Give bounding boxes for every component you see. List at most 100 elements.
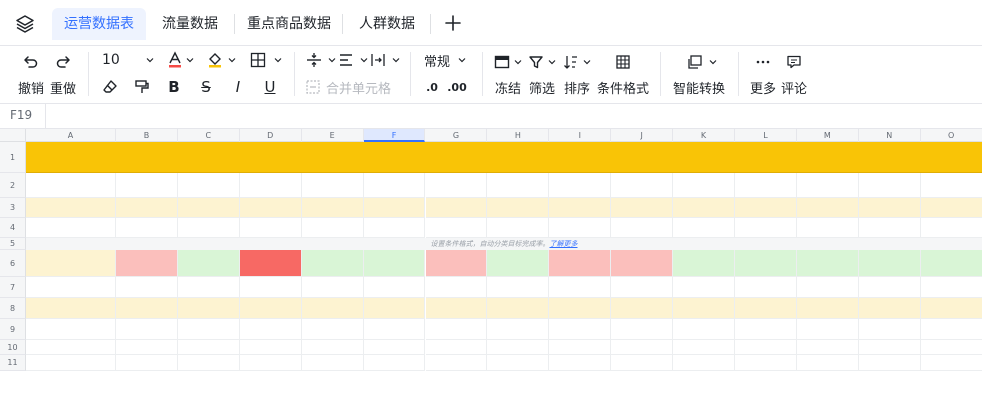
undo-button[interactable]: 撤销 [16, 52, 46, 98]
cell-reference[interactable]: F19 [10, 108, 32, 122]
cell-weekday[interactable] [301, 198, 364, 218]
cell-sales[interactable] [239, 277, 302, 298]
cell-completion[interactable] [611, 250, 674, 277]
cell-visitors[interactable] [487, 298, 550, 319]
empty-cell[interactable] [239, 355, 302, 371]
row-header-5[interactable]: 5 [0, 238, 26, 250]
empty-cell[interactable] [858, 355, 921, 371]
cell-target[interactable] [239, 218, 302, 238]
cell-visitors[interactable] [116, 298, 178, 319]
italic-button[interactable]: I [230, 78, 246, 96]
empty-cell[interactable] [301, 355, 364, 371]
cell-target[interactable] [549, 218, 612, 238]
cell-refunds[interactable] [239, 319, 302, 340]
cell-sales[interactable] [673, 277, 735, 298]
cell-completion[interactable] [858, 250, 921, 277]
column-header-l[interactable]: L [735, 129, 797, 142]
cell-sales[interactable] [796, 277, 859, 298]
cell-sales[interactable] [858, 277, 921, 298]
cell-target[interactable] [796, 218, 859, 238]
cell-refunds[interactable] [549, 319, 612, 340]
select-all-corner[interactable] [0, 129, 26, 142]
cell-completion[interactable] [177, 250, 240, 277]
row-header-11[interactable]: 11 [0, 355, 26, 371]
column-header-c[interactable]: C [178, 129, 240, 142]
increase-decimal-button[interactable]: .00 [446, 78, 468, 96]
format-painter-icon[interactable] [134, 79, 150, 95]
cell-date[interactable] [735, 173, 797, 198]
clear-format-icon[interactable] [102, 79, 118, 95]
cell-completion[interactable] [301, 250, 364, 277]
text-wrap-button[interactable] [370, 50, 400, 70]
column-header-j[interactable]: J [611, 129, 674, 142]
cell-target[interactable] [425, 218, 488, 238]
empty-cell[interactable] [673, 340, 735, 355]
filter-button[interactable]: 筛选 [528, 52, 556, 98]
cell-refunds[interactable] [673, 319, 735, 340]
cell-date[interactable] [363, 173, 426, 198]
cell-date[interactable] [301, 173, 364, 198]
cell-refunds[interactable] [735, 319, 797, 340]
row-header-4[interactable]: 4 [0, 218, 26, 238]
cell-weekday[interactable] [487, 198, 550, 218]
row-header-9[interactable]: 9 [0, 319, 26, 340]
layers-icon[interactable] [14, 13, 36, 35]
cell-sales[interactable] [487, 277, 550, 298]
conditional-format-button[interactable]: 条件格式 [597, 52, 649, 98]
row-header-2[interactable]: 2 [0, 173, 26, 198]
comment-button[interactable]: 评论 [780, 52, 808, 98]
cell-visitors[interactable] [611, 298, 674, 319]
cell-date[interactable] [611, 173, 674, 198]
empty-cell[interactable] [920, 355, 982, 371]
row-header-8[interactable]: 8 [0, 298, 26, 319]
decrease-decimal-button[interactable]: .0 [422, 78, 442, 96]
cell-sales[interactable] [425, 277, 488, 298]
cell-target[interactable] [177, 218, 240, 238]
column-header-e[interactable]: E [302, 129, 364, 142]
cell-date[interactable] [549, 173, 612, 198]
cell-visitors[interactable] [301, 298, 364, 319]
horizontal-align-button[interactable] [338, 50, 368, 70]
cell-weekday[interactable] [239, 198, 302, 218]
bold-button[interactable]: B [166, 78, 182, 96]
cell-target[interactable] [487, 218, 550, 238]
empty-cell[interactable] [239, 340, 302, 355]
cell-sales[interactable] [116, 277, 178, 298]
row-header-1[interactable]: 1 [0, 142, 26, 173]
row-label-completion[interactable] [26, 250, 116, 277]
cell-completion[interactable] [116, 250, 178, 277]
empty-cell[interactable] [611, 340, 674, 355]
row-header-3[interactable]: 3 [0, 198, 26, 218]
column-header-a[interactable]: A [26, 129, 116, 142]
empty-cell[interactable] [735, 355, 797, 371]
empty-cell[interactable] [425, 355, 488, 371]
cell-date[interactable] [487, 173, 550, 198]
empty-cell[interactable] [363, 340, 426, 355]
empty-cell[interactable] [796, 340, 859, 355]
empty-cell[interactable] [177, 340, 240, 355]
underline-button[interactable]: U [262, 78, 278, 96]
cell-target[interactable] [858, 218, 921, 238]
column-header-b[interactable]: B [116, 129, 178, 142]
cell-visitors[interactable] [796, 298, 859, 319]
freeze-button[interactable]: 冻结 [494, 52, 522, 98]
cell-weekday[interactable] [425, 198, 488, 218]
row-label-visitors[interactable] [26, 298, 116, 319]
cell-visitors[interactable] [673, 298, 735, 319]
empty-cell[interactable] [487, 340, 550, 355]
cell-visitors[interactable] [363, 298, 426, 319]
empty-cell[interactable] [796, 355, 859, 371]
cell-weekday[interactable] [116, 198, 178, 218]
cell-visitors[interactable] [239, 298, 302, 319]
cell-sales[interactable] [920, 277, 982, 298]
vertical-align-button[interactable] [306, 50, 336, 70]
cell-completion[interactable] [425, 250, 488, 277]
borders-button[interactable] [250, 50, 282, 70]
row-label-refunds[interactable] [26, 319, 116, 340]
cell-completion[interactable] [920, 250, 982, 277]
tab-audience-data[interactable]: 人群数据 [350, 8, 424, 40]
cell-refunds[interactable] [301, 319, 364, 340]
cell-sales[interactable] [611, 277, 674, 298]
cell-weekday[interactable] [363, 198, 426, 218]
cell-visitors[interactable] [549, 298, 612, 319]
